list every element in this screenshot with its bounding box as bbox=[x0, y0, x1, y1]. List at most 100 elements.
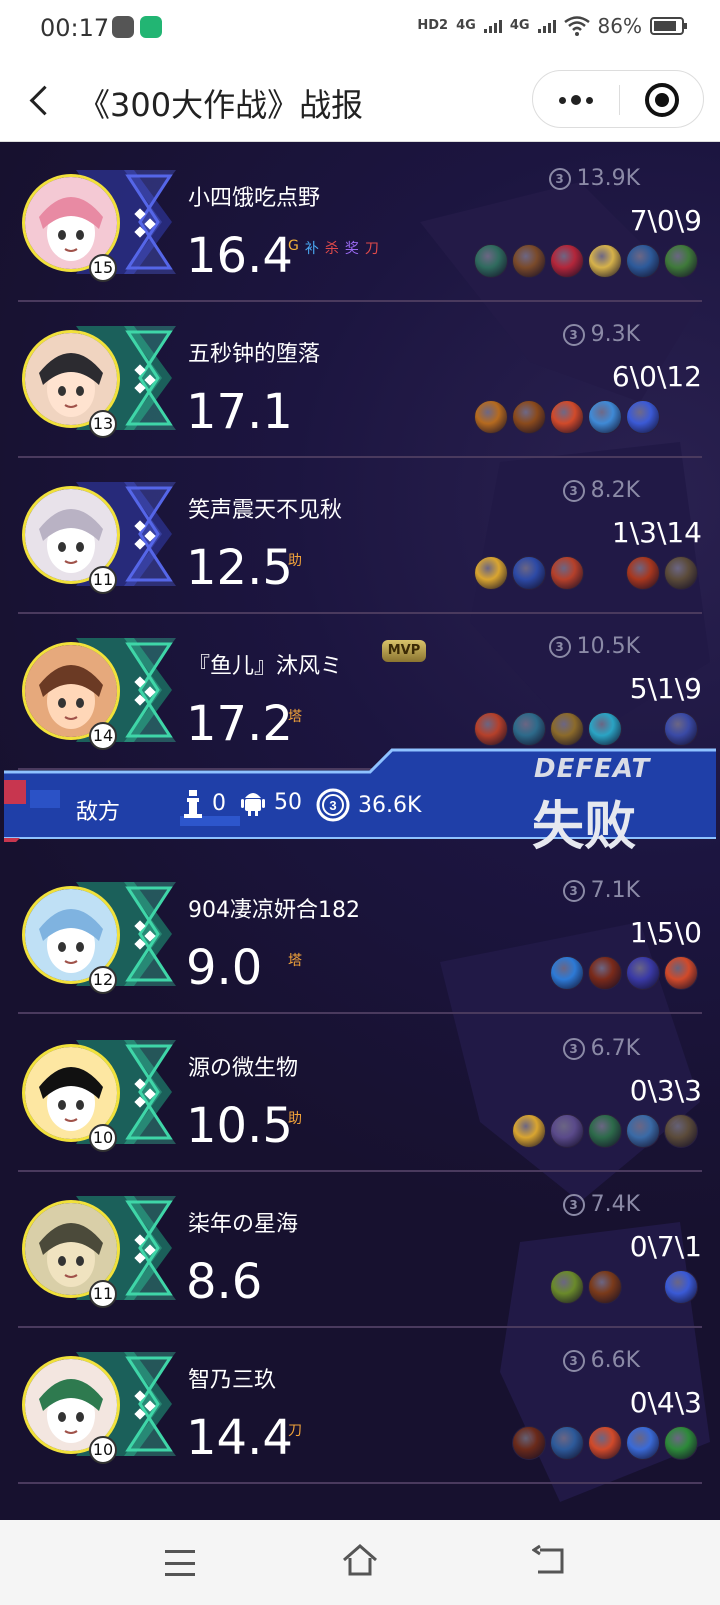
gold-coin-icon: 3 bbox=[562, 879, 585, 902]
player-name: 904凄凉妍合182 bbox=[188, 898, 360, 923]
equipment-row bbox=[182, 244, 702, 280]
equipment-item-icon[interactable] bbox=[550, 244, 584, 278]
player-level-badge: 13 bbox=[89, 410, 117, 438]
equipment-item-icon[interactable] bbox=[588, 1114, 622, 1148]
equipment-item-icon[interactable] bbox=[550, 712, 584, 746]
equipment-item-icon[interactable] bbox=[550, 1114, 584, 1148]
player-gold: 3 8.2K bbox=[562, 478, 640, 503]
defeat-text-en: DEFEAT bbox=[534, 754, 651, 784]
equipment-item-icon[interactable] bbox=[512, 556, 546, 590]
equipment-item-icon[interactable] bbox=[664, 1270, 698, 1304]
equipment-item-icon[interactable] bbox=[474, 244, 508, 278]
wifi-icon bbox=[563, 16, 590, 36]
player-level-badge: 12 bbox=[89, 966, 117, 994]
gold-coin-icon: 3 bbox=[562, 479, 585, 502]
game-controller-icon bbox=[112, 16, 134, 38]
player-card[interactable]: 11 柒年の星海 8.6 3 7.4K 0\7\1 bbox=[0, 1168, 720, 1328]
player-kda: 1\5\0 bbox=[629, 916, 702, 949]
equipment-item-icon[interactable] bbox=[550, 400, 584, 434]
equipment-item-icon[interactable] bbox=[588, 712, 622, 746]
gold-coin-icon: 3 bbox=[562, 323, 585, 346]
minion-stat: 50 bbox=[240, 788, 302, 816]
equipment-item-icon[interactable] bbox=[626, 244, 660, 278]
close-target-icon[interactable] bbox=[645, 83, 679, 117]
equipment-row bbox=[182, 956, 702, 992]
player-gold-value: 8.2K bbox=[590, 478, 640, 503]
player-gold: 3 7.4K bbox=[562, 1192, 640, 1217]
player-card[interactable]: 11 笑声震天不见秋 12.5 助 3 8.2K 1\3\14 bbox=[0, 454, 720, 614]
equipment-item-icon[interactable] bbox=[588, 1270, 622, 1304]
system-nav-bar bbox=[0, 1520, 720, 1605]
gold-coin-icon: 3 bbox=[316, 788, 350, 822]
player-card[interactable]: 10 源の微生物 10.5 助 3 6.7K 0\3\3 bbox=[0, 1012, 720, 1172]
equipment-item-icon[interactable] bbox=[512, 712, 546, 746]
player-kda: 0\7\1 bbox=[629, 1230, 702, 1263]
player-name: 智乃三玖 bbox=[188, 1368, 277, 1393]
player-card[interactable]: 15 小四饿吃点野 16.4 G 补杀奖刀 3 13.9K 7\0\9 bbox=[0, 142, 720, 302]
equipment-row bbox=[182, 556, 702, 592]
equipment-item-icon[interactable] bbox=[512, 1114, 546, 1148]
player-kda: 1\3\14 bbox=[611, 516, 702, 549]
network-4g-indicator-2: 4G bbox=[509, 18, 530, 33]
equipment-item-icon[interactable] bbox=[512, 400, 546, 434]
equipment-item-icon[interactable] bbox=[626, 1114, 660, 1148]
menu-icon[interactable] bbox=[165, 1550, 195, 1576]
player-card[interactable]: 10 智乃三玖 14.4 刀 3 6.6K 0\4\3 bbox=[0, 1324, 720, 1484]
back-arrow-icon[interactable] bbox=[26, 82, 56, 118]
equipment-item-icon[interactable] bbox=[550, 1270, 584, 1304]
equipment-item-icon[interactable] bbox=[626, 1426, 660, 1460]
player-name: 『鱼儿』沐风ミ bbox=[188, 654, 343, 679]
player-card[interactable]: 13 五秒钟的堕落 17.1 3 9.3K 6\0\12 bbox=[0, 298, 720, 458]
equipment-item-icon[interactable] bbox=[512, 1426, 546, 1460]
enemy-label: 敌方 bbox=[76, 800, 121, 825]
back-icon[interactable] bbox=[532, 1544, 566, 1578]
player-gold-value: 7.1K bbox=[590, 878, 640, 903]
player-gold: 3 13.9K bbox=[548, 166, 640, 191]
equipment-item-icon[interactable] bbox=[474, 556, 508, 590]
minion-count: 50 bbox=[274, 789, 302, 815]
chat-app-icon bbox=[140, 16, 162, 38]
mini-program-capsule bbox=[532, 70, 704, 128]
equipment-item-icon[interactable] bbox=[664, 556, 698, 590]
player-level-badge: 11 bbox=[89, 566, 117, 594]
home-icon[interactable] bbox=[340, 1542, 380, 1578]
more-dots-icon[interactable] bbox=[553, 85, 599, 115]
equipment-item-icon[interactable] bbox=[588, 1426, 622, 1460]
player-gold-value: 7.4K bbox=[590, 1192, 640, 1217]
equipment-item-icon[interactable] bbox=[474, 712, 508, 746]
player-level-badge: 10 bbox=[89, 1124, 117, 1152]
equipment-item-icon[interactable] bbox=[664, 1114, 698, 1148]
equipment-item-icon[interactable] bbox=[664, 712, 698, 746]
equipment-item-icon[interactable] bbox=[664, 956, 698, 990]
equipment-item-icon[interactable] bbox=[664, 1426, 698, 1460]
equipment-item-icon[interactable] bbox=[550, 556, 584, 590]
player-kda: 7\0\9 bbox=[629, 204, 702, 237]
equipment-item-icon[interactable] bbox=[626, 956, 660, 990]
capsule-divider bbox=[619, 85, 620, 115]
signal-bars-icon-2 bbox=[537, 19, 556, 33]
hd-indicator: HD2 bbox=[417, 18, 449, 33]
equipment-item-icon[interactable] bbox=[550, 1426, 584, 1460]
player-card[interactable]: 12 904凄凉妍合182 9.0 塔 3 7.1K 1\5\0 bbox=[0, 854, 720, 1014]
equipment-item-icon[interactable] bbox=[588, 400, 622, 434]
equipment-item-icon[interactable] bbox=[512, 244, 546, 278]
battery-percent: 86% bbox=[597, 14, 642, 38]
equipment-item-icon[interactable] bbox=[626, 400, 660, 434]
svg-text:3: 3 bbox=[329, 798, 336, 813]
signal-bars-icon bbox=[483, 19, 502, 33]
equipment-item-icon[interactable] bbox=[588, 956, 622, 990]
player-level-badge: 11 bbox=[89, 1280, 117, 1308]
status-time: 00:17 bbox=[40, 14, 110, 42]
gold-coin-icon: 3 bbox=[562, 1193, 585, 1216]
player-name: 柒年の星海 bbox=[188, 1212, 299, 1237]
tower-icon bbox=[184, 790, 202, 818]
page-title: 《300大作战》战报 bbox=[78, 86, 364, 124]
equipment-item-icon[interactable] bbox=[588, 244, 622, 278]
equipment-item-icon[interactable] bbox=[474, 400, 508, 434]
equipment-item-icon[interactable] bbox=[550, 956, 584, 990]
equipment-item-icon[interactable] bbox=[626, 556, 660, 590]
equipment-item-icon[interactable] bbox=[664, 244, 698, 278]
gold-coin-icon: 3 bbox=[548, 635, 571, 658]
player-kda: 5\1\9 bbox=[629, 672, 702, 705]
mvp-badge: MVP bbox=[382, 640, 426, 662]
